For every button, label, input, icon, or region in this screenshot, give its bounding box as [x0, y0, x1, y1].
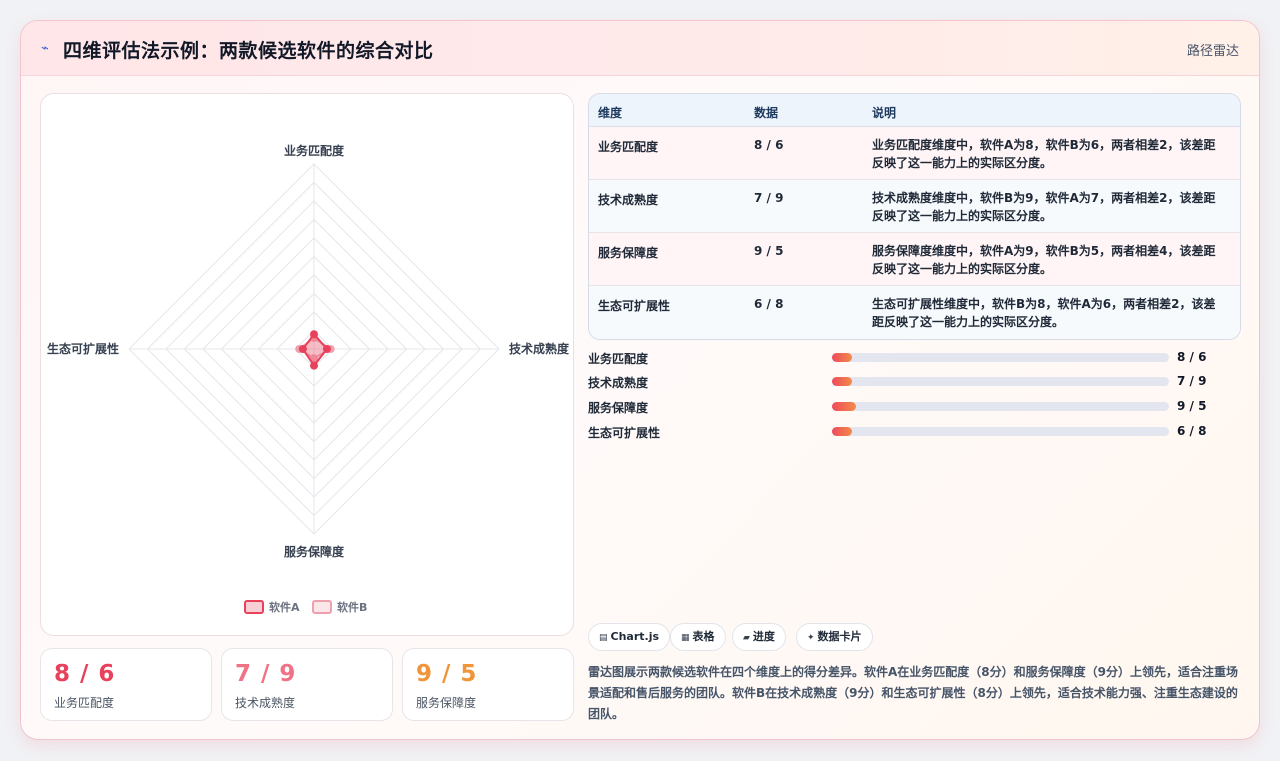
chip-label: 表格 — [692, 630, 715, 643]
radar-svg: 业务匹配度技术成熟度服务保障度 生态可扩展性软件A 软件B — [47, 143, 570, 614]
progress-track — [832, 427, 1169, 436]
progress-track — [832, 353, 1169, 362]
table-header-cell: 维度 — [598, 106, 623, 120]
chip-data-card[interactable]: ✦ 数据卡片 — [796, 623, 873, 651]
table-cell-note: 技术成熟度维度中，软件B为9，软件A为7，两者相差2，该差距反映了这一能力上的实… — [872, 191, 1216, 223]
chip-table[interactable]: ▦ 表格 — [670, 623, 726, 651]
stat-label: 业务匹配度 — [54, 696, 115, 710]
progress-label: 服务保障度 — [588, 401, 649, 415]
progress-value: 7 / 9 — [1177, 374, 1207, 388]
table-cell-dim: 业务匹配度 — [598, 140, 659, 154]
progress-fill — [832, 353, 853, 362]
legend-swatch — [312, 600, 332, 614]
chip-label: 进度 — [752, 630, 775, 643]
progress-fill — [832, 402, 856, 411]
data-table: 维度 数据 说明 业务匹配度 8 / 6 业务匹配度维度中，软件A为8，软件B为… — [588, 93, 1241, 340]
table-cell-data: 9 / 5 — [754, 244, 784, 258]
radar-axis-label: 服务保障度 — [284, 544, 345, 559]
progress-track — [832, 377, 1169, 386]
table-header-cell: 数据 — [754, 106, 779, 120]
progress-value: 9 / 5 — [1177, 399, 1207, 413]
chip-label: Chart.js — [610, 630, 660, 643]
stat-card-service: 9 / 5 服务保障度 — [402, 648, 574, 721]
table-cell-data: 6 / 8 — [754, 297, 784, 311]
header: ⌁ 四维评估法示例：两款候选软件的综合对比 路径雷达 — [21, 21, 1259, 76]
table-cell-note: 生态可扩展性维度中，软件B为8，软件A为6，两者相差2，该差距反映了这一能力上的… — [872, 297, 1216, 329]
stat-value: 8 / 6 — [54, 661, 116, 687]
table-header-cell: 说明 — [872, 106, 897, 120]
page-title: 四维评估法示例：两款候选软件的综合对比 — [63, 40, 434, 62]
legend-label: 软件A — [269, 600, 300, 614]
progress-row: 技术成熟度 7 / 9 — [588, 373, 1241, 391]
radar-axis-label: 业务匹配度 — [284, 143, 345, 158]
table-row: 生态可扩展性 6 / 8 生态可扩展性维度中，软件B为8，软件A为6，两者相差2… — [589, 286, 1240, 339]
chip-progress[interactable]: ▰ 进度 — [732, 623, 786, 651]
progress-row: 生态可扩展性 6 / 8 — [588, 423, 1241, 441]
radar-point — [310, 361, 318, 370]
progress-row: 业务匹配度 8 / 6 — [588, 349, 1241, 367]
legend-swatch — [244, 600, 264, 614]
table-cell-note: 业务匹配度维度中，软件A为8，软件B为6，两者相差2，该差距反映了这一能力上的实… — [872, 138, 1216, 170]
card-icon: ✦ — [807, 633, 815, 643]
stat-card-tech: 7 / 9 技术成熟度 — [221, 648, 393, 721]
stat-card-business: 8 / 6 业务匹配度 — [40, 648, 212, 721]
progress-label: 生态可扩展性 — [588, 426, 661, 440]
radar-point — [322, 345, 331, 353]
stat-value: 9 / 5 — [416, 661, 478, 687]
chip-chartjs[interactable]: ▤ Chart.js — [588, 623, 671, 651]
table-row: 业务匹配度 8 / 6 业务匹配度维度中，软件A为8，软件B为6，两者相差2，该… — [589, 127, 1240, 180]
main-card: ⌁ 四维评估法示例：两款候选软件的综合对比 路径雷达 业务匹配度 技术成熟度 服务保… — [20, 20, 1260, 740]
radar-axis-label: 技术成熟度 — [509, 341, 570, 356]
progress-fill — [832, 427, 853, 436]
table-cell-dim: 生态可扩展性 — [598, 299, 671, 313]
chart-icon: ▤ — [599, 633, 608, 643]
radar-point — [310, 330, 318, 339]
radar-point — [298, 345, 307, 353]
progress-value: 6 / 8 — [1177, 424, 1207, 438]
table-cell-data: 8 / 6 — [754, 138, 784, 152]
table-cell-dim: 服务保障度 — [598, 246, 659, 260]
progress-label: 技术成熟度 — [588, 376, 649, 390]
table-row: 技术成熟度 7 / 9 技术成熟度维度中，软件B为9，软件A为7，两者相差2，该… — [589, 180, 1240, 233]
radar-chart: 业务匹配度技术成熟度服务保障度 生态可扩展性软件A 软件B — [40, 93, 574, 636]
legend-label: 软件B — [337, 600, 367, 614]
chart-line-icon: ⌁ — [41, 41, 49, 56]
progress-icon: ▰ — [743, 633, 750, 643]
progress-track — [832, 402, 1169, 411]
table-cell-note: 服务保障度维度中，软件A为9，软件B为5，两者相差4，该差距反映了这一能力上的实… — [872, 244, 1216, 276]
progress-row: 服务保障度 9 / 5 — [588, 398, 1241, 416]
progress-value: 8 / 6 — [1177, 350, 1207, 364]
chip-label: 数据卡片 — [817, 630, 862, 643]
table-cell-data: 7 / 9 — [754, 191, 784, 205]
stat-value: 7 / 9 — [235, 661, 297, 687]
table-cell-dim: 技术成熟度 — [598, 193, 659, 207]
stat-label: 技术成熟度 — [235, 696, 296, 710]
radar-axis-label: 生态可扩展性 — [47, 341, 119, 356]
table-icon: ▦ — [681, 633, 690, 643]
progress-label: 业务匹配度 — [588, 352, 649, 366]
stat-label: 服务保障度 — [416, 696, 477, 710]
header-tag: 路径雷达 — [1186, 44, 1239, 59]
table-row: 服务保障度 9 / 5 服务保障度维度中，软件A为9，软件B为5，两者相差4，该… — [589, 233, 1240, 286]
table-header: 维度 数据 说明 — [589, 94, 1240, 127]
chart-description: 雷达图展示两款候选软件在四个维度上的得分差异。软件A在业务匹配度（8分）和服务保… — [588, 665, 1238, 721]
progress-fill — [832, 377, 853, 386]
